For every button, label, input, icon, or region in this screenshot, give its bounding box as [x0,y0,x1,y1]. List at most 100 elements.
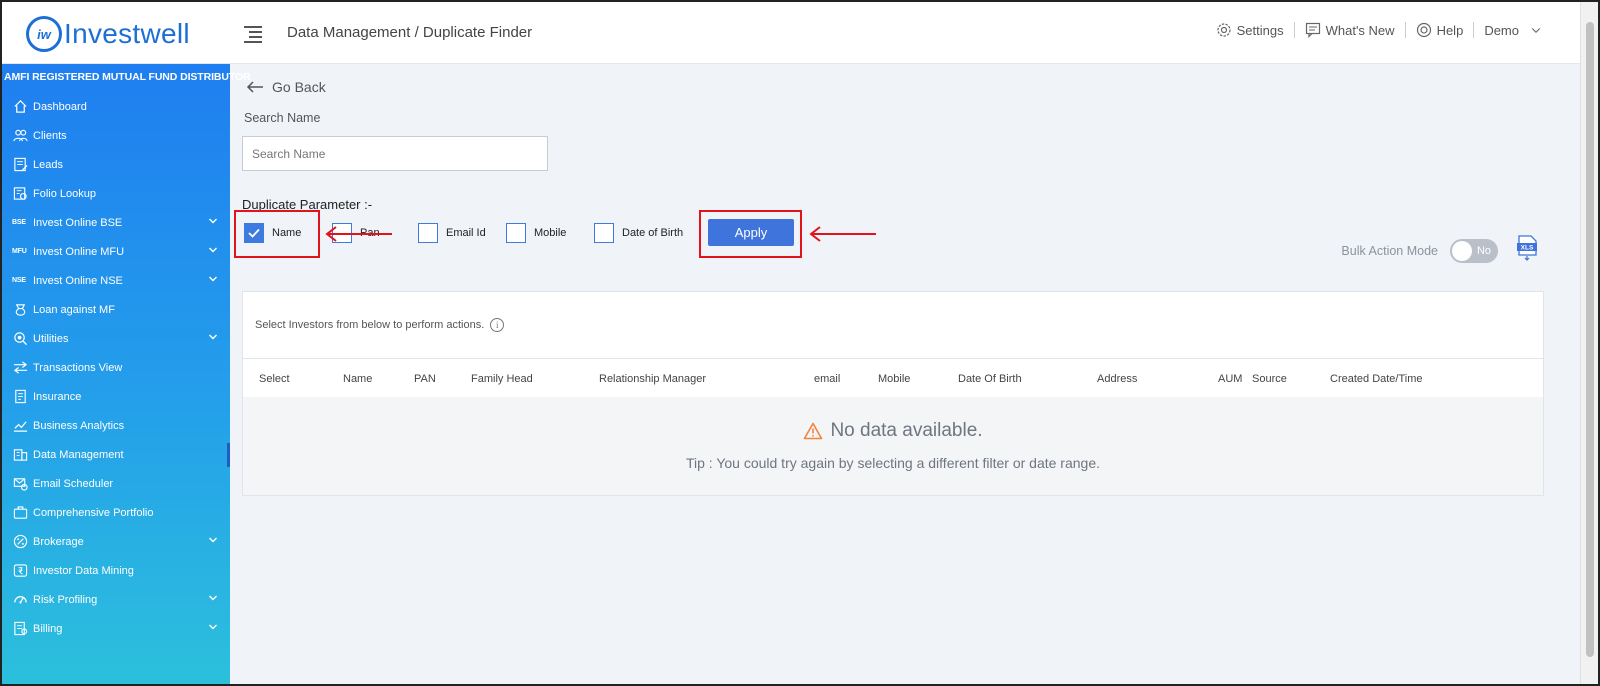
empty-state-title: No data available. [243,420,1543,442]
search-name-input[interactable] [242,136,548,171]
help-link[interactable]: Help [1406,22,1474,38]
message-icon [1305,22,1320,38]
user-name: Demo [1484,22,1519,38]
red-arrow-icon [809,226,876,242]
param-label: Mobile [534,227,567,239]
checkbox[interactable] [594,223,614,243]
transactions-icon [12,360,28,376]
sidebar-item-label: Folio Lookup [33,187,96,200]
main-content: Go Back Search Name Duplicate Parameter … [230,64,1582,684]
sidebar-item-invest-online-mfu[interactable]: MFU Invest Online MFU [2,237,230,266]
param-email-checkbox[interactable]: Email Id [418,223,486,243]
column-header-source[interactable]: Source [1252,373,1287,385]
sidebar-item-label: Insurance [33,390,82,403]
table-hint-text: Select Investors from below to perform a… [255,319,485,331]
sidebar: AMFI REGISTERED MUTUAL FUND DISTRIBUTOR … [2,64,251,684]
red-arrow-icon [325,226,392,242]
info-icon[interactable]: i [490,318,505,332]
empty-state-text: No data available. [830,420,983,441]
sidebar-item-risk-profiling[interactable]: Risk Profiling [2,585,230,614]
sidebar-item-dashboard[interactable]: Dashboard [2,92,230,121]
sidebar-item-brokerage[interactable]: Brokerage [2,527,230,556]
sidebar-item-label: Transactions View [33,361,123,374]
sidebar-item-investor-data-mining[interactable]: Investor Data Mining [2,556,230,585]
highlight-box-apply [699,210,802,258]
column-header-date-of-birth[interactable]: Date Of Birth [958,373,1022,385]
sidebar-item-label: Email Scheduler [33,477,114,490]
scrollbar-thumb[interactable] [1586,22,1594,657]
chevron-down-icon [209,276,217,282]
checkbox[interactable] [418,223,438,243]
sidebar-item-leads[interactable]: Leads [2,150,230,179]
table-header: Select Name PAN Family Head Relationship… [243,358,1543,397]
column-header-pan[interactable]: PAN [414,373,436,385]
sidebar-item-loan-against-mf[interactable]: Loan against MF [2,295,230,324]
chevron-down-icon [209,624,217,630]
users-icon [12,128,28,144]
lifebuoy-icon [1416,22,1431,38]
chevron-down-icon [209,595,217,601]
sidebar-item-invest-online-nse[interactable]: NSE Invest Online NSE [2,266,230,295]
column-header-select: Select [259,373,290,385]
xls-download-icon[interactable]: XLS [1516,235,1538,261]
sidebar-item-insurance[interactable]: Insurance [2,382,230,411]
menu-toggle-icon[interactable] [244,26,264,44]
sidebar-item-label: Invest Online NSE [33,274,123,287]
leads-icon [12,157,28,173]
nse-tag-icon: NSE [12,277,26,284]
logo[interactable]: iw Investwell [26,16,190,52]
bulk-action-toggle[interactable]: No [1450,239,1498,263]
sidebar-item-label: Leads [33,158,63,171]
whats-new-label: What's New [1325,22,1395,38]
column-header-created-date-time[interactable]: Created Date/Time [1330,373,1423,385]
param-dob-checkbox[interactable]: Date of Birth [594,223,683,243]
bulk-action-label: Bulk Action Mode [1341,244,1438,258]
chevron-down-icon [1531,28,1541,34]
column-header-family-head[interactable]: Family Head [471,373,533,385]
risk-icon [12,592,28,608]
sidebar-item-invest-online-bse[interactable]: BSE Invest Online BSE [2,208,230,237]
logo-mark-icon: iw [26,16,62,52]
sidebar-item-email-scheduler[interactable]: Email Scheduler [2,469,230,498]
column-header-relationship-manager[interactable]: Relationship Manager [599,373,706,385]
sidebar-item-label: Data Management [33,448,124,461]
page-scrollbar[interactable] [1580,2,1598,684]
column-header-email[interactable]: email [814,373,840,385]
search-label: Search Name [244,111,321,125]
email-icon [12,476,28,492]
sidebar-item-business-analytics[interactable]: Business Analytics [2,411,230,440]
go-back-link[interactable]: Go Back [246,79,326,95]
param-mobile-checkbox[interactable]: Mobile [506,223,566,243]
top-bar: iw Investwell Data Management / Duplicat… [2,2,1582,64]
sidebar-item-comprehensive-portfolio[interactable]: Comprehensive Portfolio [2,498,230,527]
table-hint: Select Investors from below to perform a… [255,318,505,332]
sidebar-item-billing[interactable]: Billing [2,614,230,643]
sidebar-item-utilities[interactable]: Utilities [2,324,230,353]
user-menu[interactable]: Demo [1474,23,1552,38]
sidebar-item-label: Risk Profiling [33,593,98,606]
settings-link[interactable]: Settings [1206,22,1294,38]
sidebar-item-data-management[interactable]: Data Management [2,440,230,469]
sidebar-item-label: Loan against MF [33,303,115,316]
empty-state: No data available. Tip : You could try a… [243,397,1543,495]
column-header-aum[interactable]: AUM [1218,373,1242,385]
checkbox[interactable] [506,223,526,243]
data-icon [12,447,28,463]
svg-text:XLS: XLS [1521,245,1534,252]
column-header-address[interactable]: Address [1097,373,1137,385]
column-header-mobile[interactable]: Mobile [878,373,910,385]
sidebar-item-folio-lookup[interactable]: Folio Lookup [2,179,230,208]
settings-label: Settings [1236,22,1284,38]
whats-new-link[interactable]: What's New [1295,22,1405,38]
sidebar-item-transactions-view[interactable]: Transactions View [2,353,230,382]
sidebar-item-label: Brokerage [33,535,84,548]
sidebar-item-label: Investor Data Mining [33,564,134,577]
column-header-name[interactable]: Name [343,373,372,385]
go-back-label: Go Back [272,79,326,95]
brokerage-icon [12,534,28,550]
home-icon [12,99,28,115]
sidebar-item-clients[interactable]: Clients [2,121,230,150]
sidebar-item-label: Dashboard [33,100,87,113]
sidebar-item-label: Invest Online BSE [33,216,123,229]
app-window: iw Investwell Data Management / Duplicat… [0,0,1600,686]
